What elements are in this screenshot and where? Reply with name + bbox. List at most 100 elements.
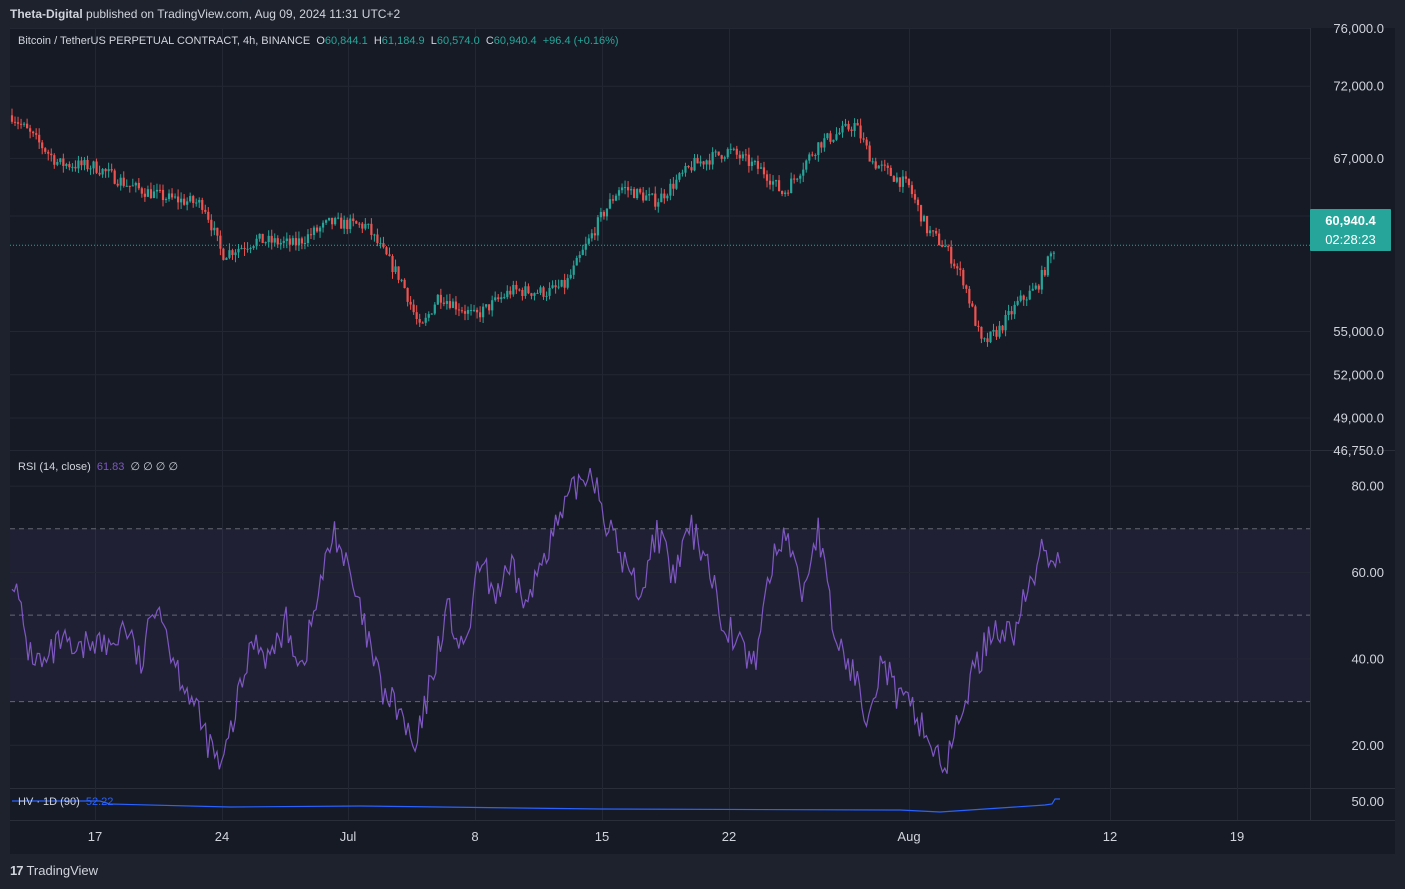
candle-body — [1034, 285, 1037, 289]
candle-body — [315, 227, 319, 232]
candle-body — [210, 219, 213, 231]
change-value: +96.4 (+0.16%) — [542, 35, 619, 47]
candle-body — [149, 189, 153, 199]
candle-body — [660, 193, 663, 203]
candle-body — [563, 280, 566, 288]
candle-body — [101, 169, 104, 175]
candle-body — [391, 256, 394, 273]
candle-body — [189, 196, 192, 202]
candle-body — [276, 238, 279, 245]
candle-body — [394, 266, 397, 273]
candle-body — [950, 246, 953, 264]
candle-body — [578, 254, 581, 258]
candle-body — [358, 223, 361, 225]
candle-body — [16, 122, 20, 124]
candle-body — [503, 297, 506, 299]
candle-body — [895, 177, 898, 182]
candle-body — [599, 211, 602, 218]
candle-body — [518, 289, 521, 291]
candle-body — [131, 185, 134, 187]
candle-body — [249, 247, 252, 249]
candle-body — [605, 208, 609, 217]
candle-body — [832, 139, 835, 142]
symbol-title[interactable]: Bitcoin / TetherUS PERPETUAL CONTRACT, 4… — [18, 35, 310, 47]
candle-body — [630, 189, 633, 191]
candle-body — [935, 230, 938, 234]
candle-body — [587, 238, 590, 244]
candle-body — [910, 185, 914, 195]
candle-body — [566, 278, 569, 288]
candle-body — [850, 129, 853, 132]
candle-body — [1052, 252, 1055, 254]
candle-body — [898, 177, 901, 187]
candle-body — [192, 196, 195, 204]
candle-body — [475, 309, 479, 313]
hv-title[interactable]: HV · 1D (90) — [18, 796, 80, 808]
candle-body — [436, 294, 439, 305]
candle-body — [415, 312, 418, 319]
candle-body — [774, 180, 778, 182]
candle-body — [367, 223, 370, 225]
candle-countdown: 02:28:23 — [1325, 232, 1376, 247]
price-tick-label: 49,000.0 — [1333, 411, 1384, 426]
candle-body — [777, 180, 781, 191]
high-value: 61,184.9 — [381, 35, 425, 47]
candle-body — [835, 134, 838, 140]
candle-body — [953, 263, 956, 267]
price-tick-label: 76,000.0 — [1333, 21, 1384, 36]
candle-body — [962, 269, 965, 286]
candle-body — [158, 189, 162, 191]
rsi-title[interactable]: RSI (14, close) — [18, 461, 91, 473]
candle-body — [1013, 304, 1016, 315]
candle-body — [965, 285, 968, 289]
candle-body — [427, 314, 430, 318]
candle-body — [805, 160, 808, 170]
candle-body — [412, 304, 415, 313]
candle-body — [225, 257, 228, 260]
candle-body — [56, 162, 59, 165]
candle-body — [892, 175, 895, 182]
candle-body — [32, 131, 35, 134]
candle-body — [844, 123, 847, 126]
candle-body — [424, 317, 427, 323]
candle-body — [337, 217, 340, 219]
candle-body — [802, 169, 805, 176]
candle-body — [442, 302, 445, 304]
candle-body — [560, 280, 563, 287]
candle-body — [645, 195, 648, 201]
candle-body — [469, 310, 473, 312]
last-price-value: 60,940.4 — [1325, 213, 1376, 228]
candle-body — [460, 310, 464, 312]
close-label: C — [485, 35, 494, 47]
candle-body — [980, 326, 983, 339]
candle-body — [231, 250, 234, 256]
main-series-legend: Bitcoin / TetherUS PERPETUAL CONTRACT, 4… — [18, 35, 619, 47]
candle-body — [252, 246, 255, 248]
candle-body — [989, 331, 992, 343]
candle-body — [282, 241, 285, 243]
candle-body — [956, 266, 959, 269]
x-tick-label: 22 — [722, 829, 736, 844]
rsi-tick-label: 60.00 — [1351, 565, 1384, 580]
hv-line — [12, 798, 1060, 813]
candle-body — [1019, 295, 1022, 301]
candle-body — [820, 142, 823, 148]
candle-body — [264, 242, 267, 244]
candle-body — [497, 297, 500, 300]
candle-body — [750, 161, 753, 166]
candle-body — [418, 318, 421, 323]
candle-body — [240, 248, 243, 250]
candle-body — [847, 123, 850, 130]
candle-body — [901, 176, 904, 187]
candle-body — [735, 148, 738, 155]
candle-body — [666, 195, 669, 199]
candle-body — [1001, 325, 1004, 331]
candle-body — [433, 304, 436, 314]
candle-body — [297, 238, 300, 246]
candle-body — [122, 177, 125, 186]
candle-body — [714, 151, 717, 153]
candle-body — [796, 178, 799, 180]
candle-body — [617, 190, 621, 196]
candle-body — [204, 209, 207, 212]
chart-canvas[interactable]: 17 24 Jul 8 15 22 Aug 12 19 76,000.0 72,000.0 67,00… — [0, 0, 1405, 889]
